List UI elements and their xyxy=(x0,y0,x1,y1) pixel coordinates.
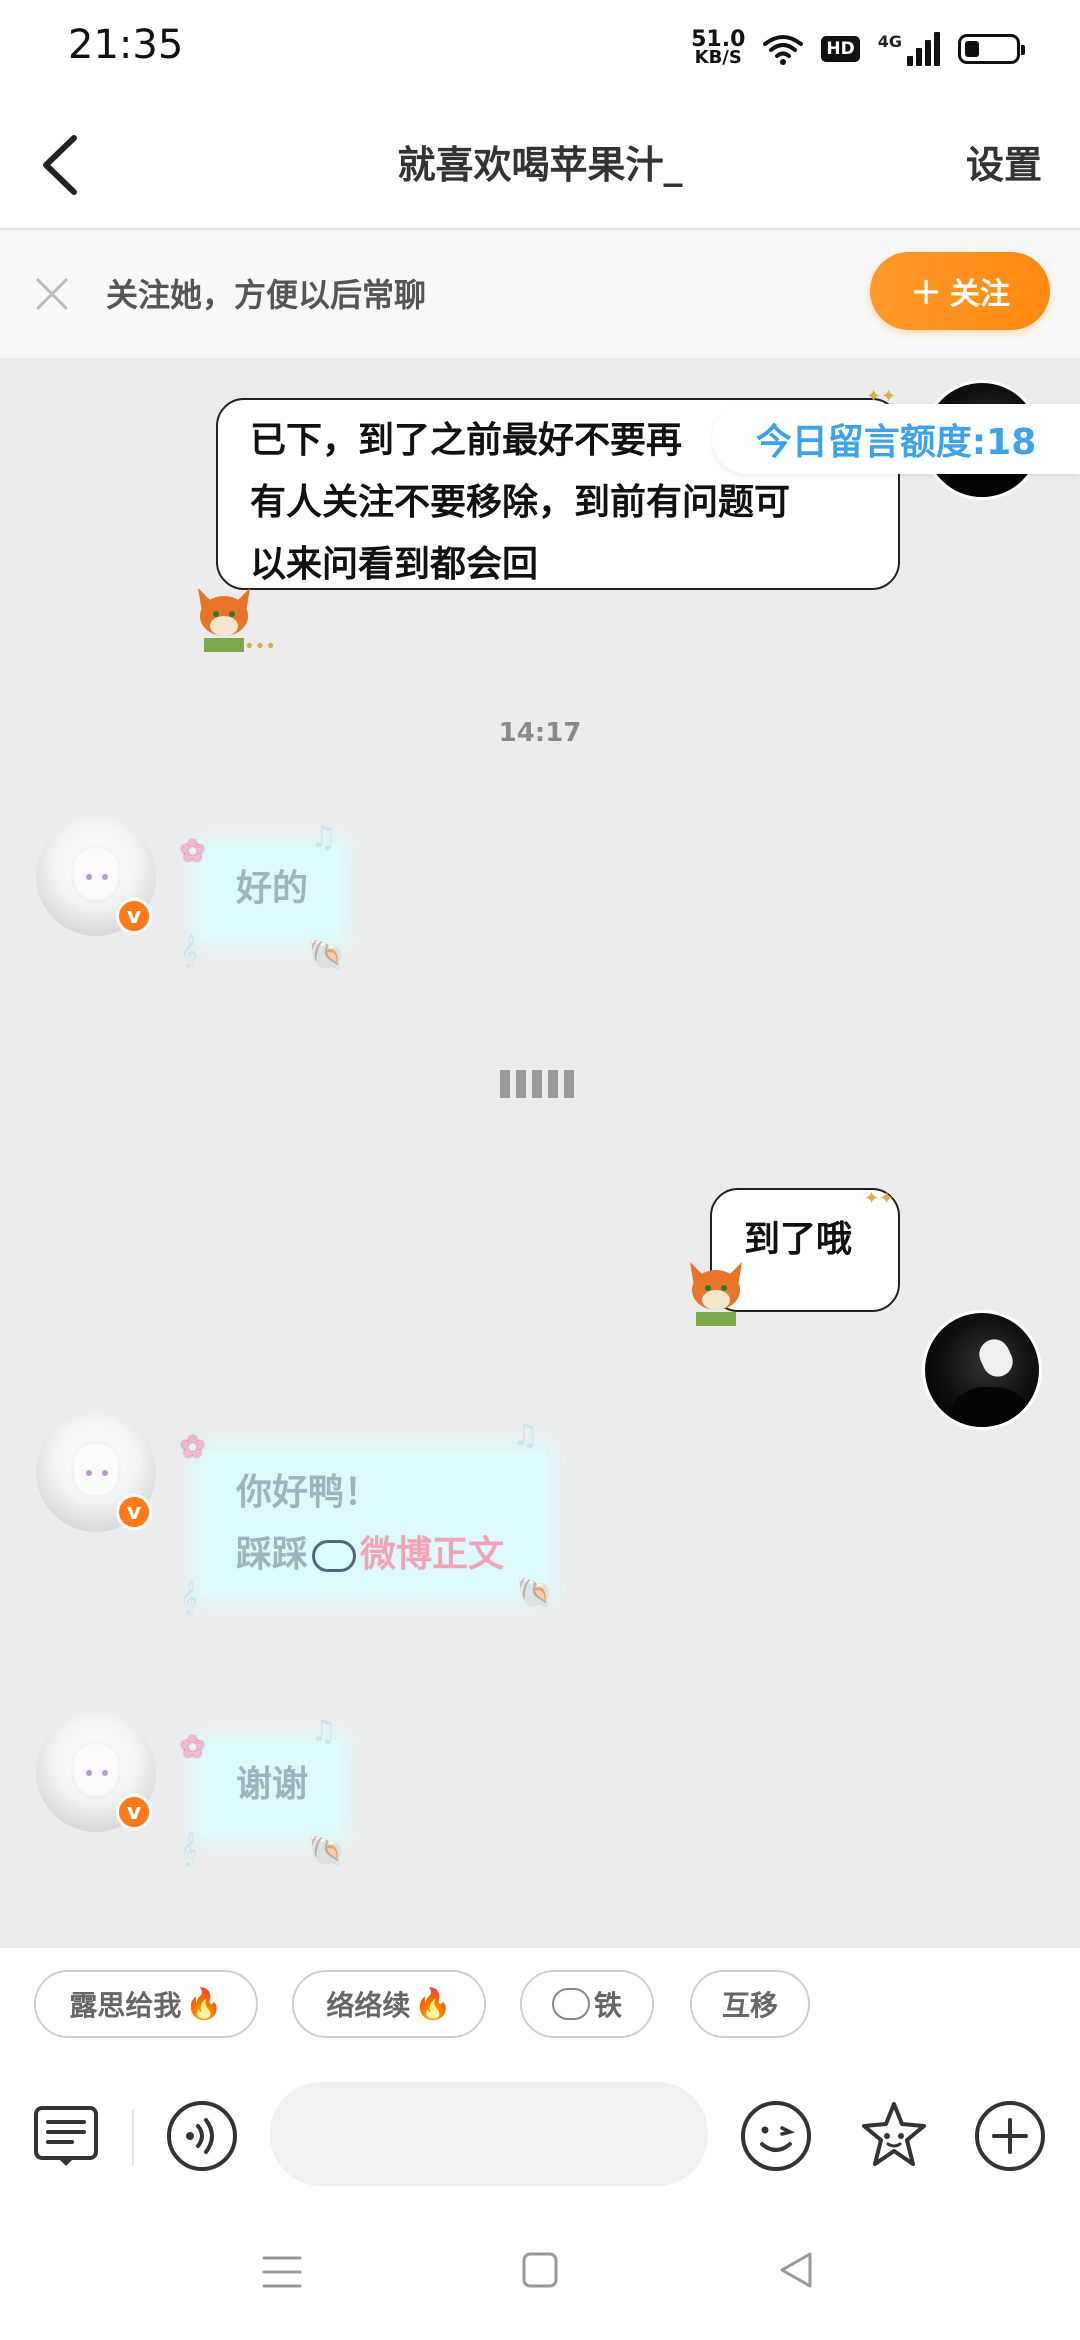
battery-icon xyxy=(958,34,1025,64)
message-text-line: 以来问看到都会回 xyxy=(250,544,539,585)
quick-reply-label: 露思给我 xyxy=(69,1989,182,2022)
sheep-icon xyxy=(551,1988,590,2020)
input-bar xyxy=(0,2058,1080,2218)
quick-reply-chip[interactable]: 络络续 🔥 xyxy=(292,1970,486,2038)
plus-icon: + xyxy=(910,269,942,313)
network-speed-unit: KB/S xyxy=(694,47,742,68)
wifi-icon xyxy=(763,35,804,65)
hd-badge: HD xyxy=(821,36,860,62)
status-bar: 21:35 51.0 KB/S HD 4G xyxy=(0,0,1080,100)
message-bubble[interactable]: 你好鸭！ 踩踩 微博正文 xyxy=(200,1450,546,1596)
music-note-icon: ♫ xyxy=(310,1714,337,1749)
shell-sticker-icon: 🐚 xyxy=(308,938,346,973)
system-navigation-bar xyxy=(0,2218,1080,2340)
shell-sticker-icon: 🐚 xyxy=(308,1834,346,1869)
verified-badge-icon: v xyxy=(116,1494,152,1530)
my-avatar[interactable] xyxy=(922,1310,1042,1430)
star-sticker-icon: ✿ xyxy=(180,834,206,869)
quick-reply-label: 铁 xyxy=(593,1989,622,2022)
quick-reply-label: 互移 xyxy=(721,1989,778,2022)
stars-icon: ••• xyxy=(244,636,276,657)
menu-icon[interactable] xyxy=(30,2098,106,2174)
cellular-signal-icon: 4G xyxy=(878,32,940,66)
message-text-line: 好的 xyxy=(236,868,309,909)
music-note-icon: 𝄞 xyxy=(180,1832,198,1867)
stars-icon: ✦✦ xyxy=(864,1188,895,1209)
music-note-icon: 𝄞 xyxy=(180,1580,198,1615)
status-time: 21:35 xyxy=(68,22,184,68)
fox-sticker-icon xyxy=(690,1262,742,1326)
cloud-icon xyxy=(312,1540,357,1572)
music-note-icon: 𝄞 xyxy=(180,934,198,969)
weibo-post-link[interactable]: 微博正文 xyxy=(360,1534,504,1575)
network-speed: 51.0 KB/S xyxy=(691,29,745,68)
close-icon[interactable] xyxy=(32,274,72,314)
verified-badge-icon: v xyxy=(116,898,152,934)
message-text-line: 谢谢 xyxy=(236,1764,309,1805)
status-icons: 51.0 KB/S HD 4G xyxy=(691,24,1025,74)
settings-button[interactable]: 设置 xyxy=(966,134,1042,189)
music-note-icon: ♫ xyxy=(310,820,337,855)
voice-icon[interactable] xyxy=(164,2098,240,2174)
quick-reply-chip[interactable]: 铁 xyxy=(520,1970,654,2038)
plus-icon[interactable] xyxy=(972,2098,1048,2174)
music-note-icon: ♫ xyxy=(512,1418,539,1453)
home-icon[interactable] xyxy=(520,2250,560,2290)
follow-banner: 关注她，方便以后常聊 + 关注 xyxy=(0,230,1080,358)
message-bubble[interactable]: 谢谢 xyxy=(200,1740,340,1836)
fire-icon: 🔥 xyxy=(414,1986,452,2022)
message-text-line: 你好鸭！ xyxy=(236,1472,381,1513)
emoji-icon[interactable] xyxy=(738,2098,814,2174)
fire-icon: 🔥 xyxy=(185,1986,223,2022)
message-quota-label: 今日留言额度:18 xyxy=(712,404,1080,474)
quick-replies: 露思给我 🔥 络络续 🔥 铁 互移 xyxy=(0,1948,1080,2058)
sticker-icon[interactable] xyxy=(856,2098,932,2174)
message-text-line: 到了哦 xyxy=(744,1219,853,1260)
quick-reply-chip[interactable]: 互移 xyxy=(690,1970,810,2038)
message-input[interactable] xyxy=(270,2082,708,2186)
star-sticker-icon: ✿ xyxy=(180,1430,206,1465)
chat-area[interactable]: 已下，到了之前最好不要再 有人关注不要移除，到前有问题可 以来问看到都会回 ••… xyxy=(0,358,1080,1948)
divider xyxy=(132,2110,134,2166)
follow-button[interactable]: + 关注 xyxy=(870,252,1050,330)
recent-apps-icon[interactable] xyxy=(260,2252,304,2292)
loading-indicator xyxy=(500,1070,574,1098)
message-bubble[interactable]: 好的 xyxy=(200,844,340,940)
follow-button-label: 关注 xyxy=(949,277,1010,312)
verified-badge-icon: v xyxy=(116,1794,152,1830)
chat-header: 就喜欢喝苹果汁_ 设置 xyxy=(0,100,1080,230)
quick-reply-label: 络络续 xyxy=(326,1989,411,2022)
chat-title: 就喜欢喝苹果汁_ xyxy=(397,143,683,187)
system-back-icon[interactable] xyxy=(776,2250,816,2290)
shell-sticker-icon: 🐚 xyxy=(516,1576,554,1611)
message-text-line: 有人关注不要移除，到前有问题可 xyxy=(250,482,791,523)
network-type: 4G xyxy=(877,32,902,51)
star-sticker-icon: ✿ xyxy=(180,1730,206,1765)
message-timestamp: 14:17 xyxy=(498,718,582,748)
follow-prompt-text: 关注她，方便以后常聊 xyxy=(106,276,427,314)
quick-reply-chip[interactable]: 露思给我 🔥 xyxy=(34,1970,258,2038)
message-text-line: 踩踩 微博正文 xyxy=(236,1534,505,1575)
